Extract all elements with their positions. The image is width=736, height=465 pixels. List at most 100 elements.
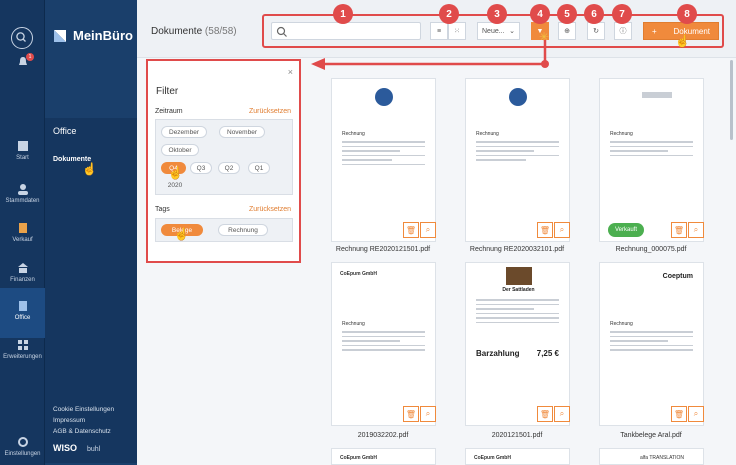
rail-item-verkauf[interactable]: Verkauf	[0, 222, 45, 243]
document-name: Rechnung RE2020121501.pdf	[335, 246, 431, 253]
document-icon	[18, 223, 27, 233]
chip-tag-rechnung[interactable]: Rechnung	[218, 224, 268, 236]
chevron-down-icon: ⌄	[509, 28, 515, 35]
cursor-icon: ☝	[174, 227, 189, 241]
document-card[interactable]: Coeptum Rechnung 🗑 ⌕	[599, 262, 704, 426]
cursor-icon: ☝	[168, 166, 183, 180]
preview-search-icon[interactable]: ⌕	[554, 222, 570, 238]
grid-view-button[interactable]: ⁙	[448, 22, 466, 40]
bell-icon[interactable]: 1	[0, 53, 45, 71]
document-card[interactable]: CoEpum GmbH	[331, 448, 436, 465]
nav-links: Cookie Einstellungen Impressum AGB & Dat…	[53, 404, 114, 437]
delete-icon[interactable]: 🗑	[671, 222, 687, 238]
main-area: Dokumente (58/58) ≡ ⁙ Neue... ⌄ ▼ ⊕ ↻ ⓘ …	[137, 0, 736, 465]
rail-item-erweiterungen[interactable]: Erweiterungen	[0, 339, 45, 360]
nav-section-title: Office	[53, 126, 77, 136]
document-name: Tankbelege Aral.pdf	[620, 432, 682, 439]
document-card[interactable]: Rechnung 🗑 ⌕	[331, 78, 436, 242]
left-rail: 1 Start Stammdaten Verkauf Finanzen Offi…	[0, 0, 45, 465]
preview-search-icon[interactable]: ⌕	[688, 406, 704, 422]
link-impressum[interactable]: Impressum	[53, 415, 114, 426]
annotation-badge-6: 6	[584, 4, 604, 24]
home-icon	[17, 141, 28, 151]
info-button[interactable]: ⓘ	[614, 22, 632, 40]
document-preview	[610, 141, 693, 159]
document-card[interactable]: Rechnung Verkauft 🗑 ⌕	[599, 78, 704, 242]
document-name: 2020121501.pdf	[491, 432, 543, 439]
rail-item-stammdaten[interactable]: Stammdaten	[0, 183, 45, 204]
annotation-badge-1: 1	[333, 4, 353, 24]
refresh-button[interactable]: ↻	[587, 22, 605, 40]
document-name: Rechnung RE2020032101.pdf	[469, 246, 565, 253]
company-logo-icon	[642, 92, 672, 98]
zoom-button[interactable]: ⊕	[558, 22, 576, 40]
tags-box: Belege Rechnung ☝	[155, 218, 293, 242]
list-icon: ≡	[436, 27, 442, 35]
search-input[interactable]	[271, 22, 421, 40]
rail-item-office[interactable]: Office	[0, 300, 45, 321]
chip-dezember[interactable]: Dezember	[161, 126, 207, 138]
preview-search-icon[interactable]: ⌕	[420, 222, 436, 238]
plus-icon: +	[652, 26, 657, 36]
rail-item-start[interactable]: Start	[0, 140, 45, 161]
delete-icon[interactable]: 🗑	[403, 406, 419, 422]
document-preview	[610, 331, 693, 354]
document-preview	[342, 331, 425, 354]
grid-icon: ⁙	[454, 28, 460, 35]
chip-q2[interactable]: Q2	[218, 162, 240, 174]
filter-panel: × Filter Zeitraum Zurücksetzen Dezember …	[146, 59, 301, 263]
chip-q3[interactable]: Q3	[190, 162, 212, 174]
preview-search-icon[interactable]: ⌕	[688, 222, 704, 238]
chip-q1[interactable]: Q1	[248, 162, 270, 174]
close-icon[interactable]: ×	[288, 67, 293, 77]
scrollbar[interactable]	[730, 60, 733, 140]
annotation-badge-7: 7	[612, 4, 632, 24]
period-box: Dezember November Oktober Q4 Q3 Q2 Q1 20…	[155, 119, 293, 195]
delete-icon[interactable]: 🗑	[671, 406, 687, 422]
chip-oktober[interactable]: Oktober	[161, 144, 199, 156]
annotation-badge-5: 5	[557, 4, 577, 24]
preview-search-icon[interactable]: ⌕	[554, 406, 570, 422]
refresh-icon: ↻	[593, 28, 599, 35]
document-card[interactable]: CoEpum GmbH	[465, 448, 570, 465]
search-icon[interactable]	[11, 27, 33, 49]
office-icon	[18, 301, 27, 311]
cursor-icon: ☝	[82, 162, 97, 176]
document-name: 2019032202.pdf	[357, 432, 409, 439]
annotation-arrow	[311, 40, 549, 70]
list-view-button[interactable]: ≡	[430, 22, 448, 40]
link-cookie[interactable]: Cookie Einstellungen	[53, 404, 114, 415]
delete-icon[interactable]: 🗑	[537, 222, 553, 238]
document-card[interactable]: CoEpum GmbH Rechnung 🗑 ⌕	[331, 262, 436, 426]
annotation-badge-3: 3	[487, 4, 507, 24]
document-preview	[342, 141, 425, 168]
delete-icon[interactable]: 🗑	[403, 222, 419, 238]
preview-search-icon[interactable]: ⌕	[420, 406, 436, 422]
tags-label: Tags	[155, 206, 170, 213]
company-logo-icon	[509, 88, 527, 106]
delete-icon[interactable]: 🗑	[537, 406, 553, 422]
gear-icon	[17, 437, 28, 447]
search-icon	[276, 26, 287, 37]
annotation-badge-4: 4	[530, 4, 550, 24]
document-card[interactable]: alfa TRANSLATION	[599, 448, 704, 465]
receipt-photo-icon	[506, 267, 532, 285]
navigation-panel: MeinBüro Office Dokumente ☝ Cookie Einst…	[45, 0, 137, 465]
tags-reset-link[interactable]: Zurücksetzen	[249, 206, 291, 213]
logo-icon	[54, 29, 66, 42]
filter-title: Filter	[156, 86, 179, 97]
period-reset-link[interactable]: Zurücksetzen	[249, 108, 291, 115]
link-agb[interactable]: AGB & Datenschutz	[53, 426, 114, 437]
status-badge: Verkauft	[608, 223, 645, 237]
sort-select[interactable]: Neue... ⌄	[477, 22, 520, 40]
page-title: Dokumente (58/58)	[151, 26, 237, 37]
rail-item-einstellungen[interactable]: Einstellungen	[0, 436, 45, 457]
chip-2020[interactable]: 2020	[161, 179, 189, 191]
info-icon: ⓘ	[619, 28, 627, 35]
chip-november[interactable]: November	[219, 126, 265, 138]
rail-item-finanzen[interactable]: Finanzen	[0, 262, 45, 283]
document-card[interactable]: Der Sattladen Barzahlung 7,25 € 🗑 ⌕	[465, 262, 570, 426]
document-card[interactable]: Rechnung 🗑 ⌕	[465, 78, 570, 242]
notification-badge: 1	[26, 53, 34, 61]
document-name: Rechnung_000075.pdf	[615, 246, 687, 253]
